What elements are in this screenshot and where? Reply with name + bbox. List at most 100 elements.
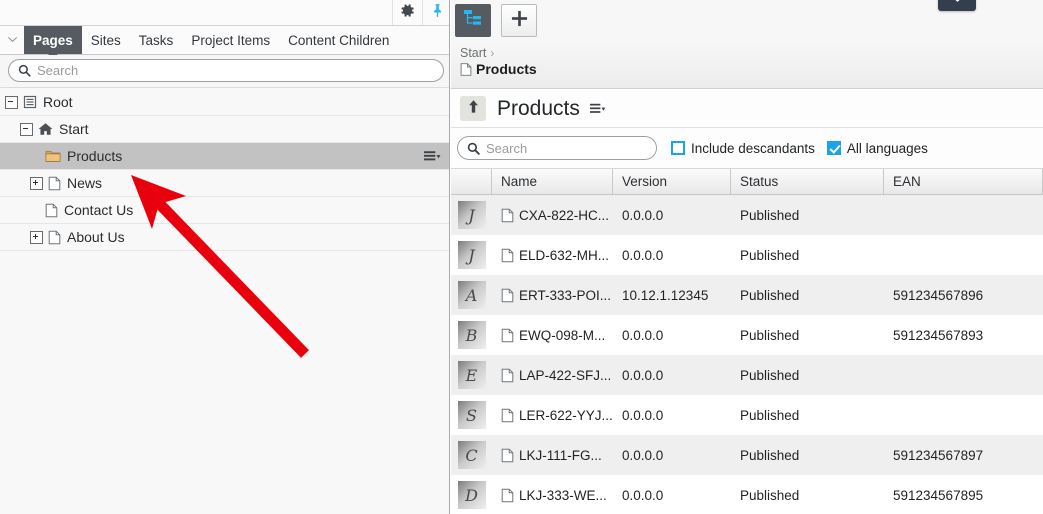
row-version-cell: 10.12.1.12345	[613, 275, 731, 315]
table-row[interactable]: A ERT-333-POI... 10.12.1.12345 Published 591…	[451, 275, 1043, 315]
tree-item-label: Start	[59, 121, 89, 137]
column-header-ean[interactable]: EAN	[884, 169, 1043, 194]
page-icon	[501, 368, 514, 383]
breadcrumb-separator: ›	[490, 46, 495, 60]
row-name-label: LKJ-111-FG...	[519, 447, 602, 463]
page-icon	[501, 488, 514, 503]
tree-item-label: Contact Us	[64, 202, 134, 218]
tree-item-start[interactable]: Start	[0, 116, 449, 143]
plus-icon	[511, 10, 528, 32]
all-languages-checkbox[interactable]	[826, 141, 841, 155]
row-ean-label: 591234567896	[893, 287, 984, 303]
row-status-label: Published	[740, 487, 800, 503]
row-name-cell[interactable]: ERT-333-POI...	[492, 275, 613, 315]
row-version-cell: 0.0.0.0	[613, 235, 731, 275]
table-row[interactable]: J ELD-632-MH... 0.0.0.0 Published	[451, 235, 1043, 275]
row-version-cell: 0.0.0.0	[613, 395, 731, 435]
tab-content-tree-view[interactable]	[455, 4, 491, 37]
tree-toggle-expand-icon[interactable]	[30, 176, 43, 190]
include-descendants-checkbox[interactable]	[671, 141, 685, 155]
tree-item-context-menu-button[interactable]	[424, 151, 441, 162]
column-header-version[interactable]: Version	[613, 169, 731, 194]
row-name-cell[interactable]: LKJ-333-WE...	[492, 475, 613, 514]
chevron-down-icon	[951, 0, 964, 9]
breadcrumb-current-row: Products	[460, 61, 1043, 77]
page-icon	[460, 62, 472, 77]
row-ean-cell	[884, 195, 1043, 235]
table-row[interactable]: B EWQ-098-M... 0.0.0.0 Published 59123456789…	[451, 315, 1043, 355]
row-status-label: Published	[740, 247, 800, 263]
tree-item-products[interactable]: Products	[0, 143, 449, 170]
row-name-cell[interactable]: EWQ-098-M...	[492, 315, 613, 355]
row-status-label: Published	[740, 407, 800, 423]
list-search-box[interactable]	[457, 136, 662, 160]
tree-search-input[interactable]	[37, 60, 443, 81]
add-tab-button[interactable]	[501, 4, 537, 37]
pin-panel-button[interactable]	[422, 0, 449, 25]
tab-label: Pages	[33, 32, 73, 48]
column-header-status[interactable]: Status	[731, 169, 884, 194]
page-icon	[48, 230, 61, 245]
settings-button[interactable]	[392, 0, 422, 25]
tree-search-box[interactable]	[8, 59, 444, 82]
table-row[interactable]: J CXA-822-HC... 0.0.0.0 Published	[451, 195, 1043, 235]
tab-project-items[interactable]: Project Items	[182, 26, 279, 54]
overflow-dropdown-button[interactable]	[938, 0, 976, 11]
product-thumbnail-image: E	[457, 361, 486, 389]
column-header-name[interactable]: Name	[492, 169, 613, 194]
row-thumbnail-cell: E	[451, 355, 492, 395]
table-row[interactable]: E LAP-422-SFJ... 0.0.0.0 Published	[451, 355, 1043, 395]
tree-search-container	[0, 55, 449, 88]
row-name-label: LAP-422-SFJ...	[519, 367, 612, 383]
page-icon	[45, 203, 58, 218]
row-ean-label: 591234567893	[893, 327, 984, 343]
tree-item-root[interactable]: Root	[0, 89, 449, 116]
tab-content-children[interactable]: Content Children	[279, 26, 398, 54]
column-header-select[interactable]	[451, 169, 492, 194]
page-icon	[501, 448, 514, 463]
row-ean-cell: 591234567893	[884, 315, 1043, 355]
row-status-cell: Published	[731, 395, 884, 435]
row-status-cell: Published	[731, 315, 884, 355]
page-icon	[501, 408, 514, 423]
table-row[interactable]: S LER-622-YYJ... 0.0.0.0 Published	[451, 395, 1043, 435]
collapse-tabs-button[interactable]	[0, 26, 24, 54]
table-row[interactable]: D LKJ-333-WE... 0.0.0.0 Published 5912345678…	[451, 475, 1043, 514]
table-row[interactable]: C LKJ-111-FG... 0.0.0.0 Published 5912345678…	[451, 435, 1043, 475]
row-ean-cell: 591234567895	[884, 475, 1043, 514]
page-title-menu-button[interactable]	[589, 103, 606, 114]
navigate-up-button[interactable]	[460, 96, 486, 121]
product-thumbnail-image: J	[457, 241, 486, 269]
tree-item-contact-us[interactable]: Contact Us	[0, 197, 449, 224]
tree-toggle-collapse-icon[interactable]	[5, 95, 18, 109]
row-name-cell[interactable]: CXA-822-HC...	[492, 195, 613, 235]
tree-toggle-collapse-icon[interactable]	[20, 122, 33, 136]
tree-item-label: About Us	[67, 229, 125, 245]
page-title-bar: Products	[451, 90, 1043, 128]
row-name-cell[interactable]: LKJ-111-FG...	[492, 435, 613, 475]
search-icon	[467, 142, 480, 155]
tree-toggle-expand-icon[interactable]	[30, 230, 43, 244]
row-name-label: EWQ-098-M...	[519, 327, 606, 343]
row-ean-cell	[884, 395, 1043, 435]
row-thumbnail-cell: J	[451, 195, 492, 235]
tab-tasks[interactable]: Tasks	[130, 26, 183, 54]
row-version-label: 0.0.0.0	[622, 487, 664, 503]
row-thumbnail-cell: A	[451, 275, 492, 315]
tab-sites[interactable]: Sites	[82, 26, 130, 54]
content-tree: Root Start Products News Contact Us Abou…	[0, 89, 449, 514]
breadcrumb-parent-link[interactable]: Start	[460, 46, 486, 60]
tree-item-news[interactable]: News	[0, 170, 449, 197]
row-name-cell[interactable]: LAP-422-SFJ...	[492, 355, 613, 395]
tree-item-about-us[interactable]: About Us	[0, 224, 449, 251]
product-thumbnail-image: D	[457, 481, 486, 509]
row-name-label: LER-622-YYJ...	[519, 407, 613, 423]
row-thumbnail-cell: D	[451, 475, 492, 514]
pin-icon	[430, 3, 445, 23]
list-search-input[interactable]	[486, 138, 662, 158]
row-thumbnail-cell: S	[451, 395, 492, 435]
row-name-cell[interactable]: ELD-632-MH...	[492, 235, 613, 275]
row-name-cell[interactable]: LER-622-YYJ...	[492, 395, 613, 435]
arrow-up-icon	[467, 99, 480, 119]
tab-pages[interactable]: Pages	[24, 26, 82, 59]
